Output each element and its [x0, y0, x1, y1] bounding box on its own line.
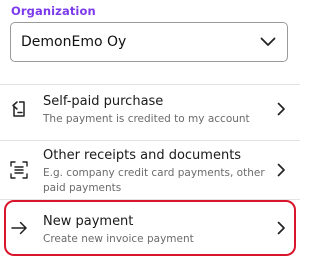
receipt-return-icon — [9, 99, 29, 119]
chevron-right-icon — [274, 102, 288, 116]
chevron-right-icon — [274, 163, 288, 177]
chevron-down-icon — [259, 33, 277, 51]
list-item-self-paid-purchase[interactable]: Self-paid purchase The payment is credit… — [0, 85, 300, 140]
chevron-right-icon — [274, 221, 288, 235]
list-item-other-receipts[interactable]: Other receipts and documents E.g. compan… — [0, 141, 300, 199]
organization-select-value: DemonEmo Oy — [21, 34, 127, 50]
list-item-subtitle: E.g. company credit card payments, other… — [43, 167, 265, 194]
list-item-new-payment[interactable]: New payment Create new invoice payment — [0, 200, 300, 256]
arrow-right-icon — [9, 218, 29, 238]
list-item-title: Other receipts and documents — [43, 148, 242, 163]
list-item-subtitle: Create new invoice payment — [43, 233, 194, 245]
scan-document-icon — [9, 160, 29, 180]
organization-label: Organization — [11, 4, 96, 18]
list-item-subtitle: The payment is credited to my account — [43, 113, 250, 125]
organization-select[interactable]: DemonEmo Oy — [10, 22, 288, 62]
list-item-title: Self-paid purchase — [43, 94, 164, 109]
list-item-title: New payment — [43, 214, 134, 229]
